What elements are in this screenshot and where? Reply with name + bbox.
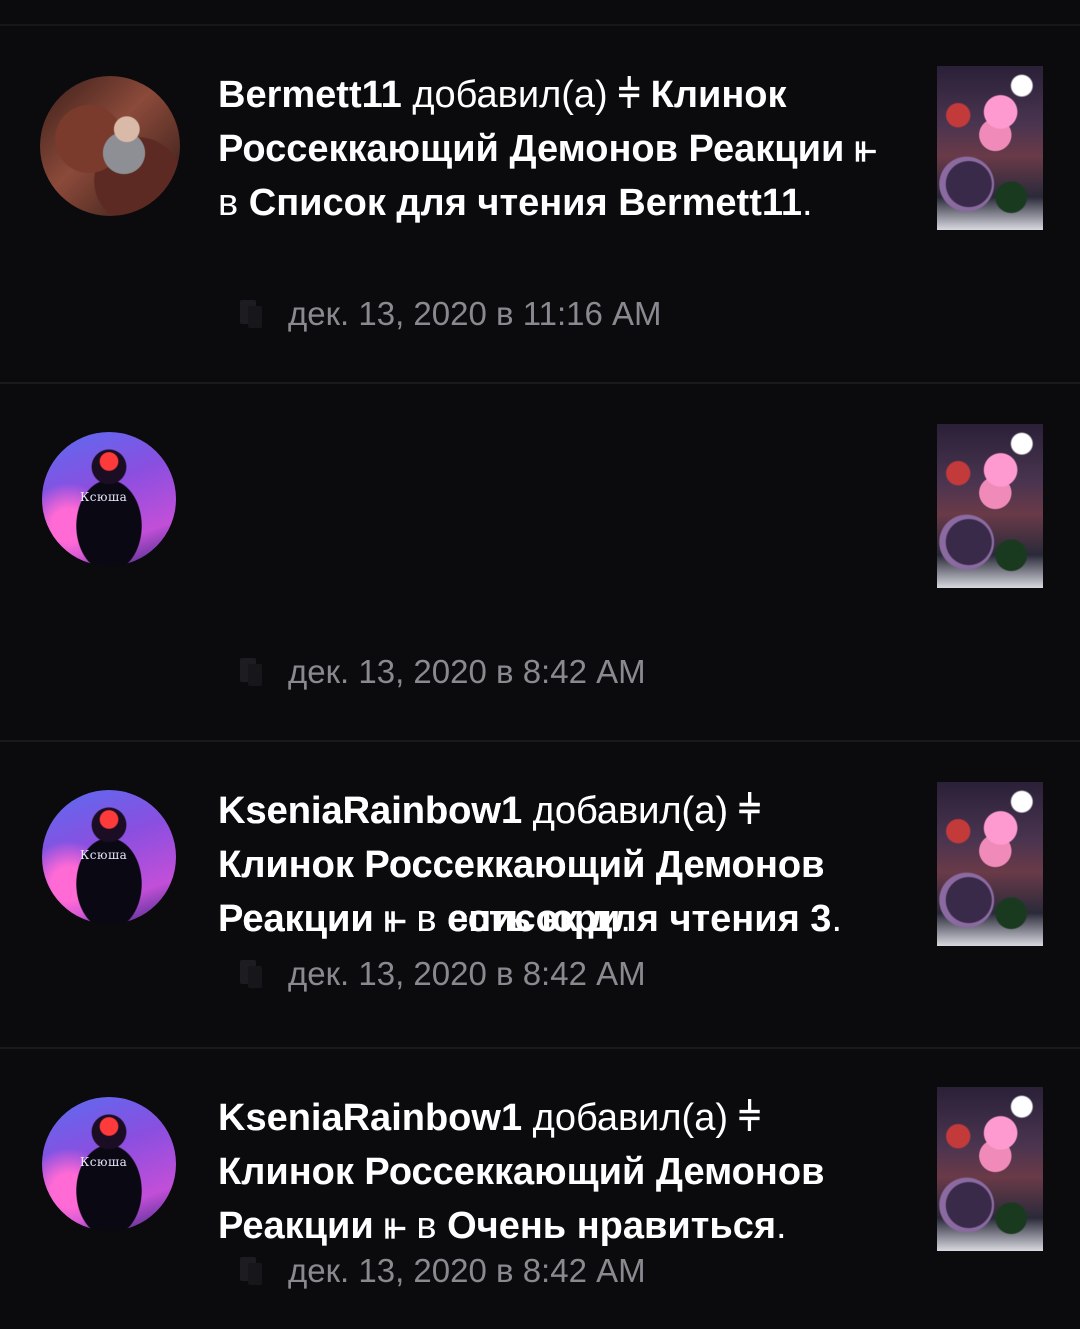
avatar-caption: Ксюша xyxy=(80,490,128,504)
book-cover-icon xyxy=(937,424,1043,588)
story-cover-thumbnail[interactable] xyxy=(937,1087,1043,1251)
activity-text: Bermett11 добавил(а) ⫩ Клинок Россеккающ… xyxy=(218,68,898,230)
user-avatar[interactable] xyxy=(40,76,180,216)
timestamp-row: дек. 13, 2020 в 11:16 AM xyxy=(238,294,662,334)
timestamp: дек. 13, 2020 в 8:42 AM xyxy=(288,955,646,992)
user-avatar[interactable]: Ксюша xyxy=(42,432,176,566)
reading-list-icon xyxy=(238,958,264,990)
timestamp-row: дек. 13, 2020 в 8:42 AM xyxy=(238,652,646,692)
story-title-prefix: ⫩ xyxy=(738,790,761,832)
story-title-prefix: ⫩ xyxy=(738,1097,761,1139)
action-verb: добавил(а) xyxy=(532,1097,729,1139)
avatar-caption: Ксюша xyxy=(80,1155,128,1169)
story-cover-thumbnail[interactable] xyxy=(937,66,1043,230)
period: . xyxy=(802,182,813,224)
story-title-suffix: ⫦ xyxy=(384,1205,406,1247)
timestamp: дек. 13, 2020 в 8:42 AM xyxy=(288,1252,646,1289)
feed-item[interactable]: Ксюша KseniaRainbow1 добавил(а) ⫩ Клинок… xyxy=(0,384,1080,940)
username-link[interactable]: Bermett11 xyxy=(218,74,402,116)
user-avatar[interactable]: Ксюша xyxy=(42,1097,176,1231)
reading-list-link[interactable]: Очень нравиться xyxy=(447,1205,776,1247)
story-title-suffix: ⫦ xyxy=(384,898,406,940)
timestamp: дек. 13, 2020 в 8:42 AM xyxy=(288,653,646,690)
activity-text: KseniaRainbow1 добавил(а) ⫩ Клинок Россе… xyxy=(218,784,898,946)
activity-text: KseniaRainbow1 добавил(а) ⫩ Клинок Россе… xyxy=(218,1091,898,1253)
reading-list-link[interactable]: есть юри xyxy=(447,898,620,940)
avatar-caption: Ксюша xyxy=(80,848,128,862)
story-cover-thumbnail[interactable] xyxy=(937,782,1043,946)
preposition: в xyxy=(416,1205,437,1247)
story-cover-thumbnail[interactable] xyxy=(937,424,1043,588)
preposition: в xyxy=(416,898,437,940)
feed-item[interactable]: Ксюша KseniaRainbow1 добавил(а) ⫩ Клинок… xyxy=(0,742,1080,1049)
username-link[interactable]: KseniaRainbow1 xyxy=(218,1097,522,1139)
book-cover-icon xyxy=(937,1087,1043,1251)
activity-feed: Bermett11 добавил(а) ⫩ Клинок Россеккающ… xyxy=(0,26,1080,1329)
timestamp: дек. 13, 2020 в 11:16 AM xyxy=(288,295,662,332)
feed-item[interactable]: Ксюша KseniaRainbow1 добавил(а) ⫩ Клинок… xyxy=(0,1049,1080,1329)
preposition: в xyxy=(218,182,239,224)
action-verb: добавил(а) xyxy=(532,790,729,832)
feed-item[interactable]: Bermett11 добавил(а) ⫩ Клинок Россеккающ… xyxy=(0,26,1080,384)
username-link[interactable]: KseniaRainbow1 xyxy=(218,790,522,832)
period: . xyxy=(776,1205,787,1247)
reading-list-icon xyxy=(238,1255,264,1287)
reading-list-icon xyxy=(238,656,264,688)
reading-list-icon xyxy=(238,298,264,330)
timestamp-row: дек. 13, 2020 в 8:42 AM xyxy=(238,954,646,994)
book-cover-icon xyxy=(937,66,1043,230)
user-avatar[interactable]: Ксюша xyxy=(42,790,176,924)
book-cover-icon xyxy=(937,782,1043,946)
story-title-suffix: ⫦ xyxy=(854,128,877,170)
story-title-prefix: ⫩ xyxy=(618,74,641,116)
timestamp-row: дек. 13, 2020 в 8:42 AM xyxy=(238,1251,646,1291)
reading-list-link[interactable]: Список для чтения Bermett11 xyxy=(249,182,802,224)
action-verb: добавил(а) xyxy=(412,74,608,116)
period: . xyxy=(620,898,631,940)
